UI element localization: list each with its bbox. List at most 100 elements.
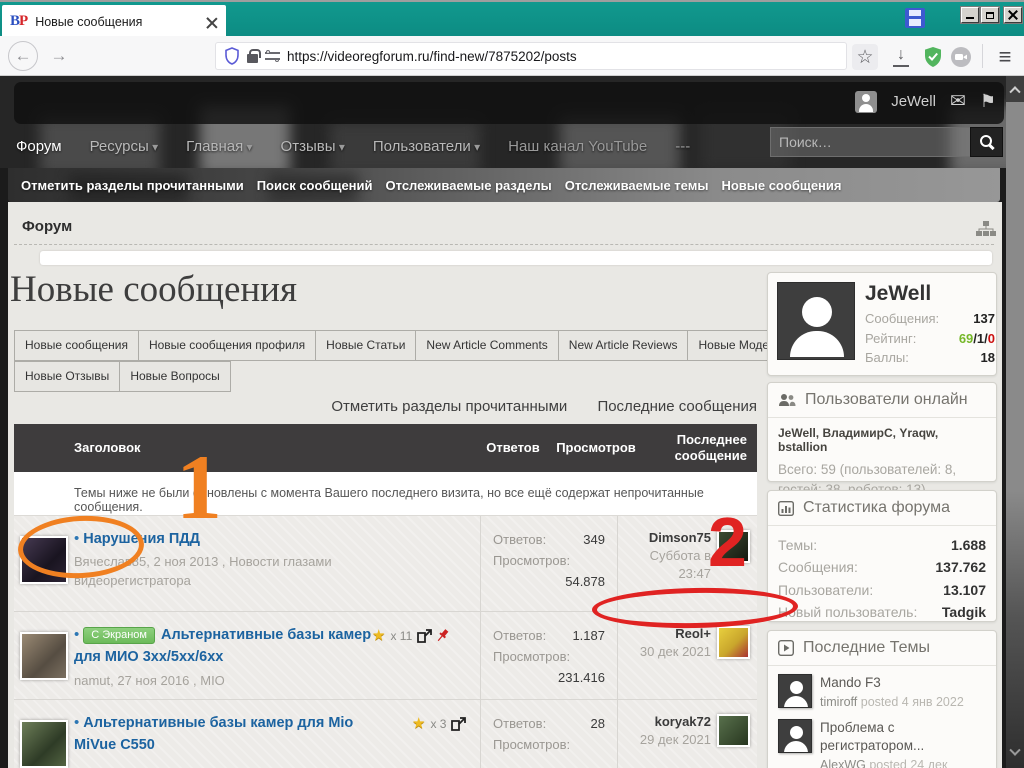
last-post-avatar[interactable] <box>717 626 750 659</box>
latest-thread-title[interactable]: Mando F3 <box>820 674 964 692</box>
subnav-mark-read[interactable]: Отметить разделы прочитанными <box>21 178 244 193</box>
close-button[interactable] <box>1004 7 1022 23</box>
views-value: 231.416 <box>558 668 605 689</box>
last-post-user[interactable]: Dimson75 <box>649 530 711 545</box>
online-users-list[interactable]: JeWell, ВладимирС, Yraqw, bstallion <box>778 426 986 454</box>
stat-value[interactable]: Tadgik <box>942 601 986 623</box>
floppy-disk-icon[interactable] <box>905 8 925 28</box>
trophy-count: x 3 <box>430 717 446 731</box>
page-title: Новые сообщения <box>10 268 297 311</box>
play-icon <box>778 640 794 656</box>
forum-stats-card: Статистика форума Темы:1.688 Сообщения:1… <box>767 490 997 622</box>
user-avatar-icon[interactable] <box>855 91 877 113</box>
stat-label: Новый пользователь: <box>778 601 917 623</box>
thread-row[interactable]: •С ЭкраномАльтернативные базы камер для … <box>14 612 757 700</box>
column-last-post[interactable]: Последнее сообщение <box>643 432 747 465</box>
bookmark-star-icon[interactable] <box>852 44 878 70</box>
users-icon <box>778 393 796 407</box>
page-scrollbar[interactable] <box>1006 76 1024 768</box>
tracking-shield-icon[interactable] <box>224 47 240 65</box>
last-post-date[interactable]: 30 дек 2021 <box>640 643 711 661</box>
thread-avatar[interactable] <box>20 632 68 680</box>
thread-row[interactable]: •Нарушения ПДД Вячеслав85, 2 ноя 2013 , … <box>14 516 757 612</box>
search-button[interactable] <box>970 127 1003 157</box>
last-post-user[interactable]: koryak72 <box>640 714 711 729</box>
thread-row[interactable]: •Альтернативные базы камер для Mio MiVue… <box>14 700 757 768</box>
breadcrumb[interactable]: Форум <box>22 218 72 235</box>
profile-name[interactable]: JeWell <box>865 282 995 306</box>
latest-thread-user[interactable]: AlexWG <box>820 758 866 768</box>
share-icon[interactable] <box>451 717 466 731</box>
column-replies[interactable]: Ответов <box>481 440 545 455</box>
profile-avatar[interactable] <box>777 282 855 360</box>
last-post-avatar[interactable] <box>717 714 750 747</box>
scroll-down-icon[interactable] <box>1006 740 1024 766</box>
scroll-up-icon[interactable] <box>1006 76 1024 102</box>
logged-in-username[interactable]: JeWell <box>891 93 936 110</box>
tab-new-article-comments[interactable]: New Article Comments <box>415 330 558 361</box>
subnav-watched-threads[interactable]: Отслеживаемые темы <box>565 178 709 193</box>
nav-resources[interactable]: Ресурсы <box>90 138 159 155</box>
search-area <box>770 127 1003 157</box>
lock-icon[interactable] <box>247 54 258 63</box>
nav-forum[interactable]: Форум <box>16 138 62 155</box>
tab-new-reviews[interactable]: Новые Отзывы <box>14 361 120 392</box>
last-post-date[interactable]: Суббота в <box>650 548 711 563</box>
action-mark-read[interactable]: Отметить разделы прочитанными <box>331 398 567 415</box>
adblock-shield-icon[interactable] <box>920 44 946 70</box>
tab-close-icon[interactable] <box>206 16 218 28</box>
thread-title[interactable]: Альтернативные базы камер для Mio MiVue … <box>74 715 353 753</box>
site-header: JeWell Форум Ресурсы Главная Отзывы Поль… <box>0 76 1024 168</box>
latest-thread-item[interactable]: Mando F3 timiroff posted 4 янв 2022 <box>778 674 986 710</box>
thread-avatar[interactable] <box>20 720 68 768</box>
filter-tabs-row1: Новые сообщения Новые сообщения профиля … <box>14 330 792 361</box>
last-post-date[interactable]: 29 дек 2021 <box>640 731 711 749</box>
subnav-search-posts[interactable]: Поиск сообщений <box>257 178 373 193</box>
action-latest-posts[interactable]: Последние сообщения <box>597 398 757 415</box>
latest-thread-item[interactable]: Проблема с регистратором... AlexWG poste… <box>778 719 986 768</box>
share-icon[interactable] <box>417 629 432 643</box>
inbox-envelope-icon[interactable] <box>950 90 966 113</box>
menu-hamburger-icon[interactable] <box>992 44 1018 70</box>
column-views[interactable]: Просмотров <box>553 440 639 455</box>
latest-thread-user[interactable]: timiroff <box>820 695 857 709</box>
unread-dot-icon: • <box>74 626 79 643</box>
white-strip <box>40 251 992 265</box>
url-text[interactable]: https://videoregforum.ru/find-new/787520… <box>287 49 577 64</box>
subnav-new-posts[interactable]: Новые сообщения <box>721 178 841 193</box>
camera-icon[interactable] <box>948 44 974 70</box>
nav-overflow[interactable]: --- <box>675 138 690 155</box>
alerts-flag-icon[interactable] <box>980 91 996 112</box>
browser-tab[interactable]: BP Новые сообщения <box>2 5 226 38</box>
last-post-user[interactable]: Reol+ <box>640 626 711 641</box>
permissions-icon[interactable] <box>265 51 280 61</box>
nav-home[interactable]: Главная <box>186 138 252 155</box>
back-button[interactable] <box>8 41 38 71</box>
list-actions: Отметить разделы прочитанными Последние … <box>8 398 757 415</box>
nav-youtube-channel[interactable]: Наш канал YouTube <box>508 138 647 155</box>
subnav-watched-forums[interactable]: Отслеживаемые разделы <box>386 178 552 193</box>
tab-new-profile-posts[interactable]: Новые сообщения профиля <box>138 330 316 361</box>
nav-users[interactable]: Пользователи <box>373 138 480 155</box>
restore-button[interactable] <box>981 7 999 23</box>
tab-new-posts[interactable]: Новые сообщения <box>14 330 139 361</box>
last-post-avatar[interactable] <box>717 530 750 563</box>
nav-reviews[interactable]: Отзывы <box>281 138 345 155</box>
minimize-button[interactable] <box>961 7 979 23</box>
tab-new-questions[interactable]: Новые Вопросы <box>119 361 231 392</box>
forward-button[interactable] <box>44 41 74 71</box>
tab-new-articles[interactable]: Новые Статьи <box>315 330 416 361</box>
forum-structure-icon[interactable] <box>975 220 997 238</box>
column-title[interactable]: Заголовок <box>74 440 141 455</box>
search-input[interactable] <box>770 127 970 157</box>
search-icon <box>980 135 994 149</box>
url-bar[interactable]: https://videoregforum.ru/find-new/787520… <box>215 42 847 70</box>
last-post-time[interactable]: 23:47 <box>678 566 711 581</box>
browser-window: BP Новые сообщения https://videoregforum… <box>0 0 1024 768</box>
latest-thread-avatar <box>778 719 812 753</box>
tab-new-article-reviews[interactable]: New Article Reviews <box>558 330 689 361</box>
thread-avatar[interactable] <box>20 536 68 584</box>
thread-title[interactable]: Нарушения ПДД <box>83 531 200 547</box>
download-icon[interactable] <box>888 44 914 70</box>
latest-thread-title[interactable]: Проблема с регистратором... <box>820 719 970 754</box>
